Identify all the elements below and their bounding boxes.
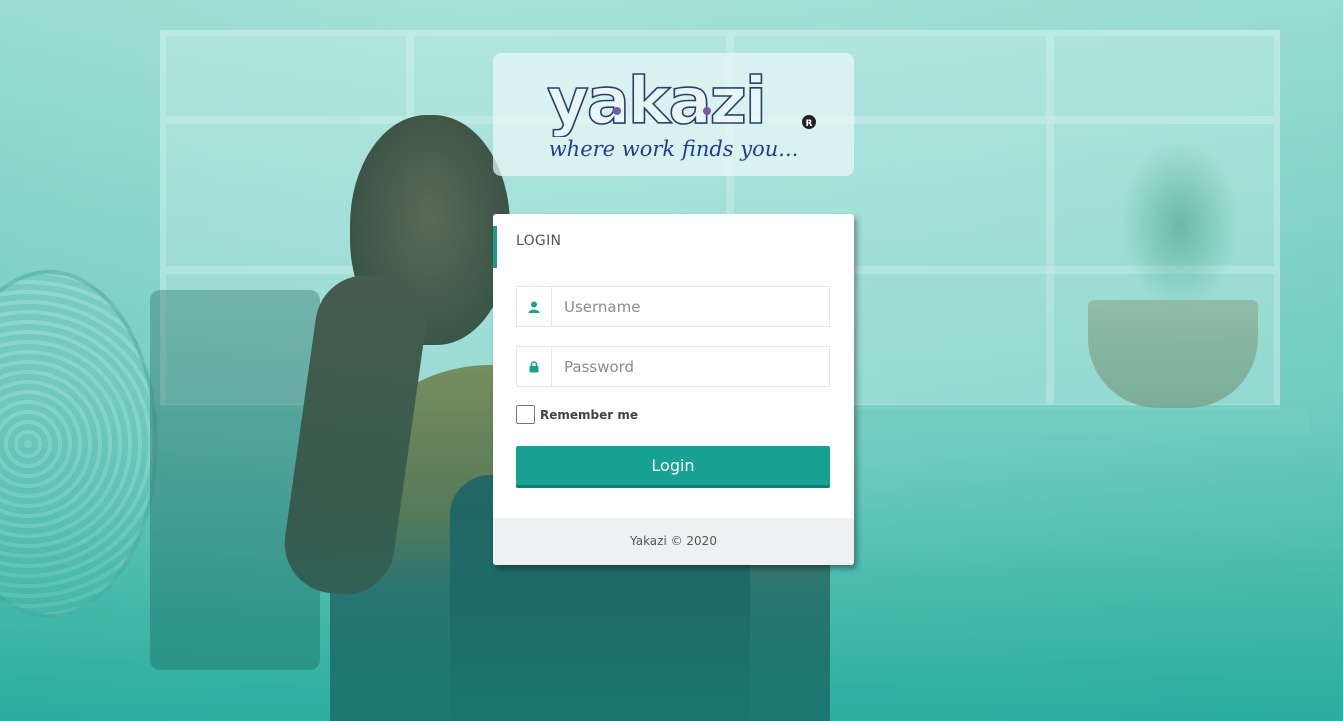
- remember-me[interactable]: Remember me: [516, 405, 638, 424]
- user-icon: [517, 287, 552, 326]
- login-button[interactable]: Login: [516, 446, 830, 488]
- username-field[interactable]: [516, 286, 830, 327]
- logo-tagline: where work finds you...: [548, 137, 799, 161]
- remember-me-label: Remember me: [540, 407, 638, 422]
- logo-wordmark-text: yakazi: [547, 67, 765, 137]
- login-footer: Yakazi © 2020: [493, 518, 854, 565]
- password-field[interactable]: [516, 346, 830, 387]
- logo-flower-icon: [703, 107, 711, 115]
- password-input[interactable]: [552, 347, 829, 386]
- login-card: LOGIN Remember me Login: [493, 214, 854, 565]
- registered-mark-text: R: [806, 119, 813, 129]
- lock-icon: [517, 347, 552, 386]
- login-title: LOGIN: [493, 226, 693, 268]
- login-page: yakazi R where work finds you... LOGIN U…: [0, 0, 1343, 721]
- remember-me-checkbox[interactable]: [516, 405, 535, 424]
- yakazi-logo: yakazi R: [547, 67, 816, 137]
- username-input[interactable]: [552, 287, 829, 326]
- logo-panel: yakazi R where work finds you...: [493, 53, 854, 176]
- logo-flower-icon: [613, 107, 621, 115]
